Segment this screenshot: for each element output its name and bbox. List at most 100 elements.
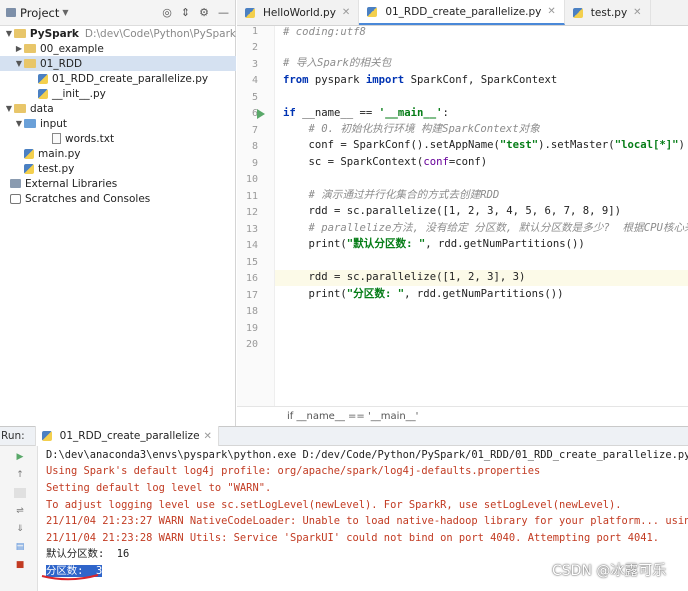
tree-item-01-rdd[interactable]: ▼ 01_RDD	[0, 56, 236, 71]
line-number: 9	[251, 158, 258, 169]
tree-item-main-py[interactable]: main.py	[0, 146, 236, 161]
close-icon[interactable]: ✕	[204, 431, 212, 442]
tree-item-label: 01_RDD_create_parallelize.py	[52, 72, 209, 85]
folder-icon	[14, 104, 26, 113]
line-number: 18	[245, 306, 258, 317]
locate-icon[interactable]: ◎	[162, 6, 172, 19]
tree-item-label: test.py	[38, 162, 75, 175]
tree-item-label: 00_example	[40, 42, 104, 55]
tree-item-words-txt[interactable]: words.txt	[0, 131, 236, 146]
tree-item-label: Scratches and Consoles	[25, 192, 151, 205]
tree-item-01-rdd-create-parallelize[interactable]: 01_RDD_create_parallelize.py	[0, 71, 236, 86]
tree-item-label: PySpark	[29, 27, 79, 40]
tab-01-rdd-create-parallelize[interactable]: 01_RDD_create_parallelize.py ✕	[359, 0, 565, 25]
run-label: Run:	[1, 430, 25, 442]
close-icon[interactable]: ✕	[633, 7, 641, 18]
close-icon[interactable]: ✕	[547, 6, 555, 17]
python-file-icon	[245, 7, 255, 18]
expand-arrow-icon[interactable]: ▼	[4, 104, 14, 113]
tab-label: test.py	[590, 6, 628, 19]
console-line: Using Spark's default log4j profile: org…	[46, 465, 541, 477]
collapse-all-icon[interactable]: ⇕	[181, 6, 190, 19]
tree-item-data[interactable]: ▼ data	[0, 101, 236, 116]
tree-item-00-example[interactable]: ▶ 00_example	[0, 41, 236, 56]
tree-item-label: input	[40, 117, 68, 130]
print-icon[interactable]: ▤	[14, 542, 26, 552]
tab-helloworld[interactable]: HelloWorld.py ✕	[237, 0, 360, 25]
expand-arrow-icon[interactable]: ▼	[4, 29, 14, 38]
project-title[interactable]: Project	[20, 6, 59, 20]
code-line-12: rdd = sc.parallelize([1, 2, 3, 4, 5, 6, …	[283, 205, 622, 217]
code-line-13: # parallelize方法, 没有给定 分区数, 默认分区数是多少? 根据C…	[283, 222, 688, 234]
console-line: 21/11/04 21:23:27 WARN NativeCodeLoader:…	[46, 515, 688, 527]
code-line-11: # 演示通过并行化集合的方式去创建RDD	[283, 189, 500, 201]
tab-label: 01_RDD_create_parallelize.py	[385, 5, 542, 18]
soft-wrap-icon[interactable]: ⇌	[14, 506, 26, 516]
line-number: 14	[245, 240, 258, 251]
line-number: 16	[245, 273, 258, 284]
tree-item-label: data	[30, 102, 54, 115]
tab-test[interactable]: test.py ✕	[565, 0, 651, 25]
code-line-14: print("默认分区数: ", rdd.getNumPartitions())	[283, 238, 585, 250]
tree-item-label: 01_RDD	[40, 57, 83, 70]
line-number: 20	[245, 339, 258, 350]
trash-icon[interactable]: ■	[14, 560, 26, 570]
tree-item-pyspark[interactable]: ▼ PySpark D:\dev\Code\Python\PySpark	[0, 26, 236, 41]
line-number: 1	[251, 26, 258, 37]
console-line: To adjust logging level use sc.setLogLev…	[46, 499, 622, 511]
tree-item-scratches[interactable]: Scratches and Consoles	[0, 191, 236, 206]
code-line-4: from pyspark import SparkConf, SparkCont…	[283, 74, 558, 86]
line-number: 19	[245, 323, 258, 334]
run-tool-window-header: Run: 01_RDD_create_parallelize ✕	[0, 426, 688, 446]
line-number: 8	[251, 141, 258, 152]
code-line-6: if __name__ == '__main__':	[283, 107, 449, 119]
console-line: 默认分区数: 16	[46, 548, 130, 560]
code-editor[interactable]: 1 2 3 4 5 6 7 8 9 10 11 12 13 14 15 16 17 18 19 20 # coding…	[237, 26, 688, 406]
collapse-arrow-icon[interactable]: ▶	[14, 44, 24, 53]
console-line: 21/11/04 21:23:28 WARN Utils: Service 'S…	[46, 532, 660, 544]
tab-label: HelloWorld.py	[263, 6, 336, 19]
project-panel: Project ▼ ◎ ⇕ ⚙ — ▼ PySpark D:\dev\Code\…	[0, 0, 236, 426]
line-number: 6	[251, 108, 258, 119]
code-line-8: conf = SparkConf().setAppName("test").se…	[283, 139, 685, 151]
line-number: 5	[251, 92, 258, 103]
python-file-icon	[38, 73, 48, 84]
code-line-3: # 导入Spark的相关包	[283, 57, 392, 69]
rerun-icon[interactable]: ▶	[14, 452, 26, 462]
close-icon[interactable]: ✕	[342, 7, 350, 18]
editor-tabs: HelloWorld.py ✕ 01_RDD_create_paralleliz…	[237, 0, 688, 26]
tree-item-test-py[interactable]: test.py	[0, 161, 236, 176]
line-number: 17	[245, 290, 258, 301]
up-arrow-icon[interactable]: ↑	[14, 470, 26, 480]
line-number: 7	[251, 125, 258, 136]
folder-icon	[13, 29, 26, 38]
line-number: 4	[251, 75, 258, 86]
folder-icon	[24, 119, 36, 128]
project-view-icon[interactable]	[6, 8, 16, 17]
code-line-9: sc = SparkContext(conf=conf)	[283, 156, 488, 168]
run-tab[interactable]: 01_RDD_create_parallelize ✕	[34, 426, 219, 446]
dropdown-icon[interactable]: ▼	[62, 8, 68, 17]
tree-item-init[interactable]: __init__.py	[0, 86, 236, 101]
line-number: 10	[245, 174, 258, 185]
stop-icon[interactable]	[14, 488, 26, 498]
tree-item-external-libraries[interactable]: External Libraries	[0, 176, 236, 191]
red-annotation-underline	[41, 574, 99, 581]
expand-arrow-icon[interactable]: ▼	[14, 59, 24, 68]
code-line-1: # coding:utf8	[283, 26, 366, 38]
scroll-to-end-icon[interactable]: ⇓	[14, 524, 26, 534]
tree-item-label: __init__.py	[52, 87, 106, 100]
tree-item-input[interactable]: ▼ input	[0, 116, 236, 131]
watermark: CSDN @冰露可乐	[552, 563, 667, 579]
python-file-icon	[38, 88, 48, 99]
line-number: 13	[245, 224, 258, 235]
tree-item-label: words.txt	[65, 132, 115, 145]
line-number: 15	[245, 257, 258, 268]
breadcrumb[interactable]: if __name__ == '__main__'	[237, 406, 688, 426]
run-gutter-icon[interactable]	[257, 109, 265, 119]
project-path: D:\dev\Code\Python\PySpark	[84, 27, 236, 40]
hide-icon[interactable]: —	[218, 6, 229, 19]
expand-arrow-icon[interactable]: ▼	[14, 119, 24, 128]
gear-icon[interactable]: ⚙	[199, 6, 209, 19]
text-file-icon	[52, 133, 61, 144]
